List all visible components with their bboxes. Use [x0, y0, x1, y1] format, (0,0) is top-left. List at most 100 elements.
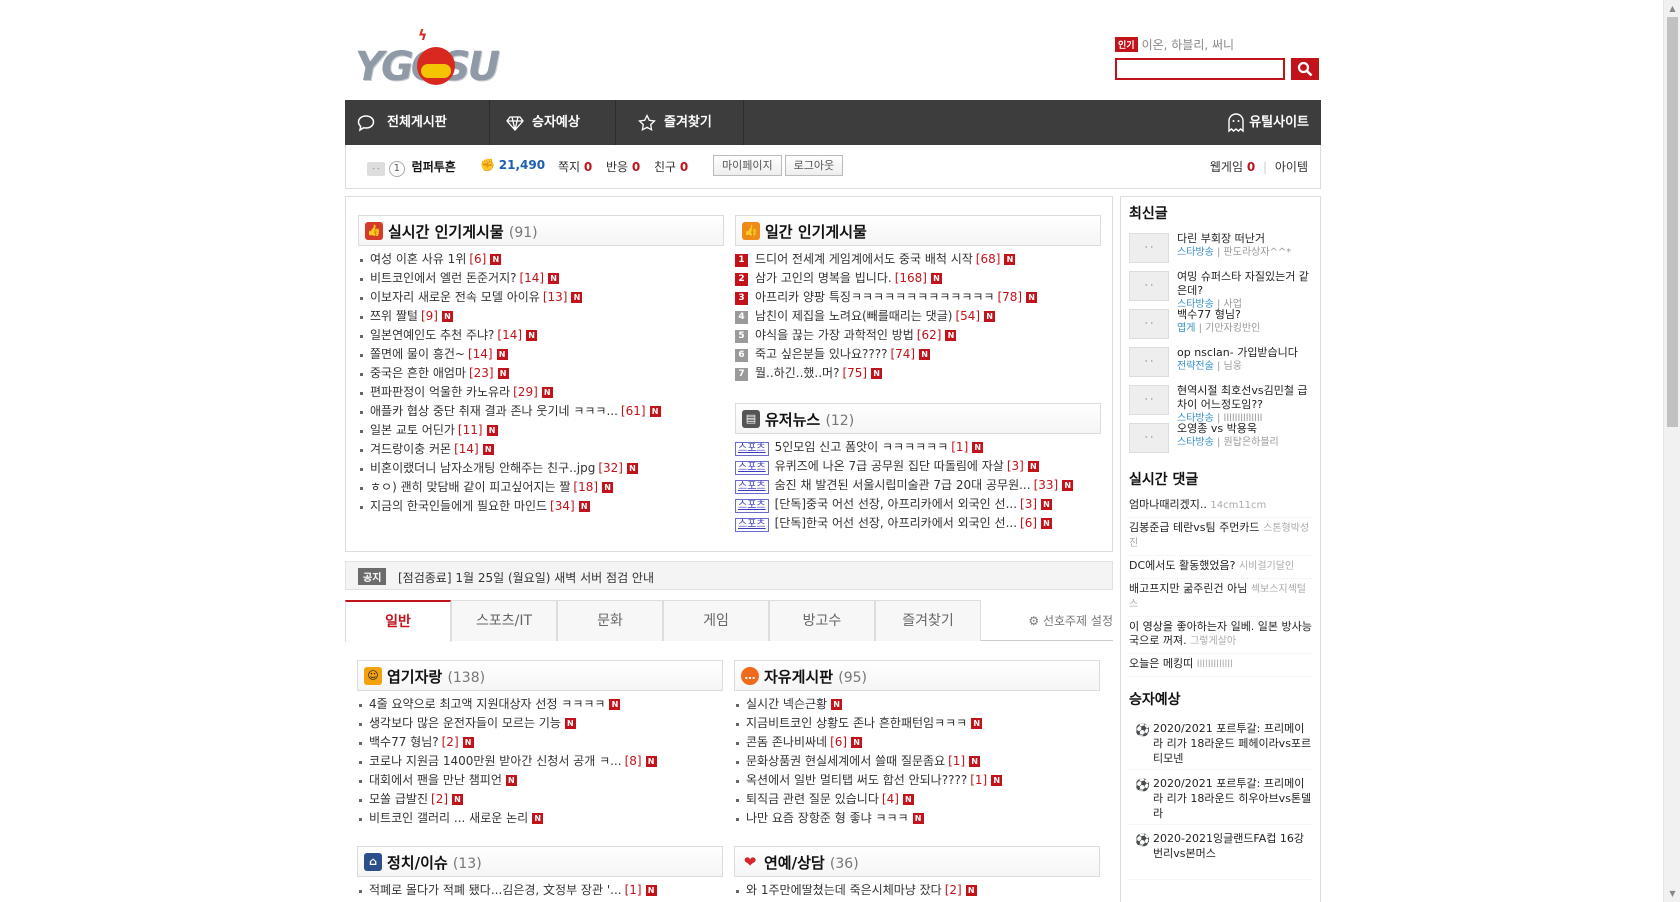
search-button[interactable] [1291, 58, 1319, 80]
list-item[interactable]: 비트코인에서 엘런 돈준거지? [14] N [358, 269, 724, 288]
scroll-thumb[interactable] [1667, 17, 1678, 427]
site-logo[interactable]: ϟ YGOSU [355, 26, 520, 90]
latest-category[interactable]: 스타방송 [1177, 437, 1214, 448]
latest-item[interactable]: · · 백수77 형님? 엽게 | 기만자킹반인 [1129, 305, 1312, 343]
list-item[interactable]: 문화상품권 현실세계에서 쓸때 질문좀요 [1] N [734, 752, 1100, 771]
latest-category[interactable]: 엽게 [1177, 323, 1195, 334]
webgame-link[interactable]: 웹게임 0 [1210, 160, 1255, 174]
latest-item[interactable]: · · op nsclan- 가입받습니다 전략전술 | 님웅 [1129, 343, 1312, 381]
latest-item[interactable]: · · 여밍 슈퍼스타 자질있는거 같은데? 스타방송 | 사업 [1129, 267, 1312, 310]
latest-item[interactable]: · · 현역시절 최호선vs김민철 급차이 어느정도임?? 스타방송 | lllll… [1129, 381, 1312, 424]
comment-item[interactable]: 이 영상을 좋아하는자 일베. 일본 방사능국으로 꺼져. 그렇게살아 [1129, 617, 1312, 654]
tab-sports-it[interactable]: 스포츠/IT [451, 600, 557, 641]
list-item[interactable]: 지금비트코인 상황도 존나 흔한패턴임ㅋㅋㅋ N [734, 714, 1100, 733]
comment-item[interactable]: 오늘은 메킹띠 lllllllllllll [1129, 654, 1312, 677]
list-item[interactable]: 생각보다 많은 운전자들이 모르는 기능 N [357, 714, 723, 733]
list-item[interactable]: 비트코인 갤러리 ... 새로운 논리 N [357, 809, 723, 828]
list-item[interactable]: 2 삼가 고인의 명복을 빕니다. [168] N [735, 269, 1101, 288]
list-item[interactable]: 스포츠 유퀴즈에 나온 7급 공무원 집단 따돌림에 자살 [3] N [735, 457, 1101, 476]
list-item[interactable]: 스포츠 [단독]한국 어선 선장, 아프리카에서 외국인 선... [6] N [735, 514, 1101, 533]
nav-predict[interactable]: 승자예상 [490, 100, 616, 145]
list-item[interactable]: 나만 요즘 장항준 형 좋냐 ㅋㅋㅋ N [734, 809, 1100, 828]
list-item[interactable]: 적폐로 몰다가 적폐 됐다...김은경, 文정부 장관 '... [1] N [357, 881, 723, 900]
predict-item[interactable]: ⚽ 2020/2021 포르투갈: 프리메이라 리가 18라운드 히우아브vs톤델… [1129, 770, 1312, 825]
user-reactions[interactable]: 반응 0 [606, 158, 640, 175]
section-header[interactable]: ☺ 엽기자랑 (138) [357, 660, 723, 691]
section-header[interactable]: ❤ 연예/상담 (36) [734, 846, 1100, 877]
list-item[interactable]: 지금의 한국인들에게 필요한 마인드 [34] N [358, 497, 724, 516]
page-scrollbar[interactable]: ▲ ▼ [1663, 0, 1680, 902]
list-item[interactable]: 모쏠 급발진 [2] N [357, 790, 723, 809]
section-header[interactable]: 👍 일간 인기게시물 [735, 215, 1101, 246]
list-item[interactable]: 비혼이랬더니 남자소개팅 안해주는 친구..jpg [32] N [358, 459, 724, 478]
scroll-up-icon[interactable]: ▲ [1664, 0, 1680, 17]
list-item[interactable]: 와 1주만에딸쳤는데 죽은시체마냥 잤다 [2] N [734, 881, 1100, 900]
latest-category[interactable]: 스타방송 [1177, 247, 1214, 258]
list-item[interactable]: 여성 이혼 사유 1위 [6] N [358, 250, 724, 269]
latest-category[interactable]: 전략전술 [1177, 361, 1214, 372]
comment-item[interactable]: 엄마나때리겠지.. 14cm11cm [1129, 495, 1312, 518]
section-header[interactable]: ▤ 유저뉴스 (12) [735, 403, 1101, 434]
list-item[interactable]: 코로나 지원금 1400만원 받아간 신청서 공개 ㅋ... [8] N [357, 752, 723, 771]
list-item[interactable]: 스포츠 [단독]중국 어선 선장, 아프리카에서 외국인 선... [3] N [735, 495, 1101, 514]
list-item[interactable]: 6 죽고 싶은분들 있나요???? [74] N [735, 345, 1101, 364]
tab-banggosu[interactable]: 방고수 [769, 600, 875, 641]
news-category-tag[interactable]: 스포츠 [735, 499, 769, 513]
section-header[interactable]: … 자유게시판 (95) [734, 660, 1100, 691]
list-item[interactable]: 겨드랑이충 커몬 [14] N [358, 440, 724, 459]
news-category-tag[interactable]: 스포츠 [735, 461, 769, 475]
list-item[interactable]: 이보자리 새로운 전속 모델 아이유 [13] N [358, 288, 724, 307]
nav-favorites[interactable]: 즐겨찾기 [616, 100, 744, 145]
list-item[interactable]: 옥션에서 일반 멀티탭 써도 합선 안되나???? [1] N [734, 771, 1100, 790]
comment-item[interactable]: 배고프지만 굶주린건 아님 섹보스지섹털스 [1129, 579, 1312, 617]
list-item[interactable]: 편파판정이 억울한 카노유라 [29] N [358, 383, 724, 402]
list-item[interactable]: 스포츠 5인모임 신고 폼앗이 ㅋㅋㅋㅋㅋㅋ [1] N [735, 438, 1101, 457]
list-item[interactable]: 4 남친이 제집을 노려요(빼를때리는 댓글) [54] N [735, 307, 1101, 326]
predict-item[interactable]: ⚽ 2020/2021 포르투갈: 프리메이라 리가 18라운드 페헤이라vs포르… [1129, 715, 1312, 770]
notice-link[interactable]: [점검종료] 1월 25일 (월요일) 새벽 서버 점검 안내 [398, 569, 654, 586]
user-friends[interactable]: 친구 0 [654, 158, 688, 175]
latest-item[interactable]: · · 다린 부회장 떠난거 스타방송 | 판도라상자^^* [1129, 229, 1312, 267]
hot-keywords-text[interactable]: 이온, 하블리, 써니 [1142, 38, 1235, 52]
list-item[interactable]: 쫄면에 물이 흥건~ [14] N [358, 345, 724, 364]
news-category-tag[interactable]: 스포츠 [735, 518, 769, 532]
list-item[interactable]: 대회에서 팬을 만난 챔피언 N [357, 771, 723, 790]
tab-general[interactable]: 일반 [345, 600, 451, 642]
section-header[interactable]: ⌂ 정치/이슈 (13) [357, 846, 723, 877]
nav-all-boards[interactable]: 전체게시판 [345, 100, 490, 145]
list-item[interactable]: 4줄 요약으로 최고액 지원대상자 선정 ㅋㅋㅋㅋ N [357, 695, 723, 714]
tab-favorites[interactable]: 즐겨찾기 [875, 600, 981, 641]
section-header[interactable]: 👍 실시간 인기게시물 (91) [358, 215, 724, 246]
logout-button[interactable]: 로그아웃 [784, 155, 844, 176]
latest-item[interactable]: · · 오영종 vs 박용욱 스타방송 | 원탑은하블리 [1129, 419, 1312, 457]
item-link[interactable]: 아이템 [1275, 160, 1308, 174]
list-item[interactable]: 콘돔 존나비싸네 [6] N [734, 733, 1100, 752]
tab-culture[interactable]: 문화 [557, 600, 663, 641]
user-messages[interactable]: 쪽지 0 [558, 158, 592, 175]
list-item[interactable]: 일본연예인도 추천 주냐? [14] N [358, 326, 724, 345]
list-item[interactable]: 1 드디어 전세계 게임계에서도 중국 배척 시작 [68] N [735, 250, 1101, 269]
predict-item[interactable]: ⚽ 2020-2021잉글랜드FA컵 16강 번리vs본머스 [1129, 825, 1312, 880]
comment-item[interactable]: 김봉준급 테란vs팀 주먼카드 스톤형박성진 [1129, 518, 1312, 556]
list-item[interactable]: 7 뭘..하긴..했..머? [75] N [735, 364, 1101, 383]
list-item[interactable]: 백수77 형님? [2] N [357, 733, 723, 752]
list-item[interactable]: 애플카 협상 중단 취재 결과 존나 웃기네 ㅋㅋㅋ... [61] N [358, 402, 724, 421]
list-item[interactable]: 일본 교토 어딘가 [11] N [358, 421, 724, 440]
list-item[interactable]: 3 아프리카 양팡 특징ㅋㅋㅋㅋㅋㅋㅋㅋㅋㅋㅋㅋㅋ [78] N [735, 288, 1101, 307]
list-item[interactable]: 실시간 넥슨근황 N [734, 695, 1100, 714]
list-item[interactable]: 스포츠 숨진 채 발견된 서울시립미술관 7급 20대 공무원... [33] N [735, 476, 1101, 495]
list-item[interactable]: ㅎㅇ) 괜히 맞담배 같이 피고싶어지는 짤 [18] N [358, 478, 724, 497]
list-item[interactable]: 쯔위 짤털 [9] N [358, 307, 724, 326]
comment-item[interactable]: DC에서도 활동했었음? 시비걸기달인 [1129, 556, 1312, 579]
news-category-tag[interactable]: 스포츠 [735, 442, 769, 456]
scroll-down-icon[interactable]: ▼ [1664, 885, 1680, 902]
list-item[interactable]: 중국은 흔한 애엄마 [23] N [358, 364, 724, 383]
tab-game[interactable]: 게임 [663, 600, 769, 641]
user-profile[interactable]: · · 1 럼퍼투흔 [367, 158, 456, 177]
news-category-tag[interactable]: 스포츠 [735, 480, 769, 494]
mypage-button[interactable]: 마이페이지 [713, 155, 782, 176]
topic-setting-link[interactable]: ⚙ 선호주제 설정 [1028, 612, 1113, 629]
list-item[interactable]: 퇴직금 관련 질문 있습니다 [4] N [734, 790, 1100, 809]
nav-util-sites[interactable]: 유틸사이트 [1217, 100, 1321, 145]
list-item[interactable]: 5 야식을 끊는 가장 과학적인 방법 [62] N [735, 326, 1101, 345]
